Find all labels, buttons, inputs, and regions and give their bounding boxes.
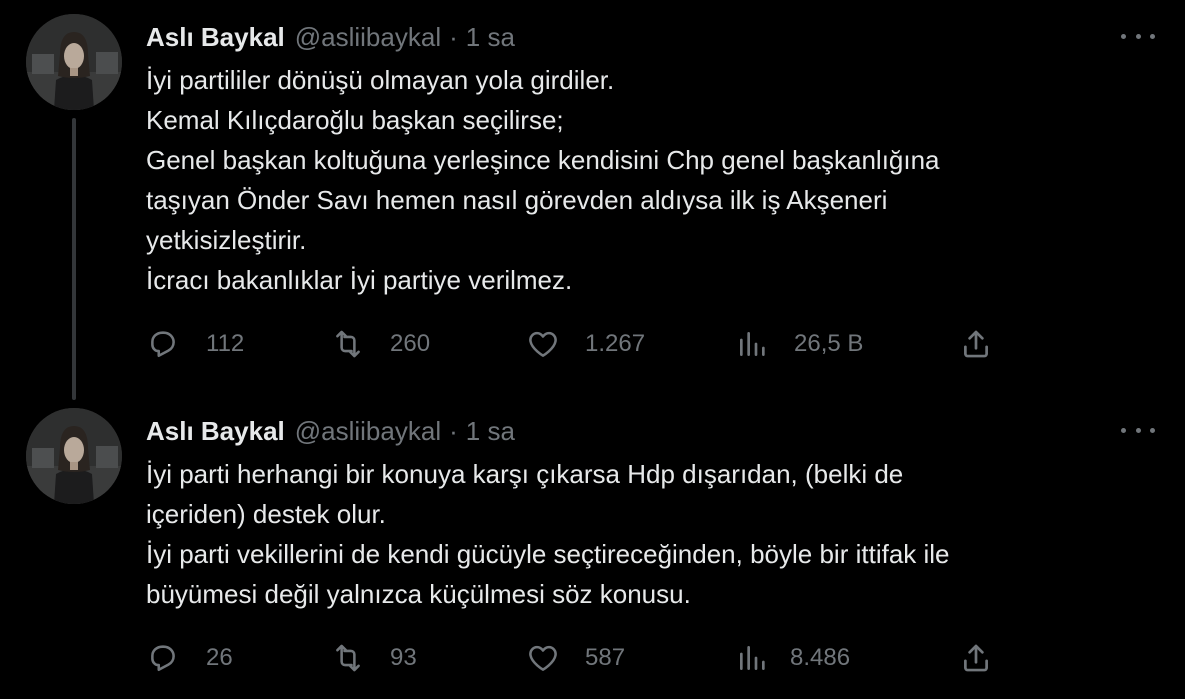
tweet-line: büyümesi değil yalnızca küçülmesi söz ko… bbox=[146, 579, 691, 609]
more-dot bbox=[1135, 427, 1141, 433]
avatar-photo bbox=[26, 14, 122, 110]
like-button[interactable]: 587 bbox=[525, 640, 625, 676]
tweet-line: yetkisizleştirir. bbox=[146, 225, 307, 255]
author-handle[interactable]: @asliibaykal bbox=[295, 416, 441, 447]
tweet-line: taşıyan Önder Savı hemen nasıl görevden … bbox=[146, 185, 888, 215]
like-count: 1.267 bbox=[585, 330, 646, 357]
like-button[interactable]: 1.267 bbox=[525, 326, 645, 362]
author-name[interactable]: Aslı Baykal bbox=[146, 416, 285, 447]
share-icon bbox=[964, 644, 988, 672]
tweet-timestamp[interactable]: 1 sa bbox=[466, 22, 515, 53]
retweet-button[interactable]: 93 bbox=[330, 640, 417, 676]
tweet-line: İyi partililer dönüşü olmayan yola girdi… bbox=[146, 65, 615, 95]
views-button[interactable]: 8.486 bbox=[736, 640, 850, 676]
tweet-line: içeriden) destek olur. bbox=[146, 499, 386, 529]
tweet-timestamp[interactable]: 1 sa bbox=[466, 416, 515, 447]
author-avatar[interactable] bbox=[26, 14, 122, 110]
views-button[interactable]: 26,5 B bbox=[736, 326, 863, 362]
more-dot bbox=[1150, 33, 1155, 39]
tweet-actions-bar: 26 93 587 8.486 bbox=[0, 640, 1185, 676]
reply-icon bbox=[151, 331, 175, 358]
retweet-count: 260 bbox=[390, 330, 431, 357]
share-icon bbox=[964, 330, 988, 358]
views-count: 26,5 B bbox=[794, 330, 864, 357]
reply-count: 26 bbox=[206, 644, 233, 671]
more-options-icon[interactable] bbox=[1121, 418, 1155, 442]
retweet-icon bbox=[336, 644, 360, 672]
avatar-photo bbox=[26, 408, 122, 504]
author-name[interactable]: Aslı Baykal bbox=[146, 22, 285, 53]
tweet-line: Genel başkan koltuğuna yerleşince kendis… bbox=[146, 145, 940, 175]
share-button[interactable] bbox=[958, 640, 994, 676]
tweet-line: Kemal Kılıçdaroğlu başkan seçilirse; bbox=[146, 105, 564, 135]
tweet-actions-bar: 112 260 1.267 26,5 B bbox=[0, 326, 1185, 362]
views-chart-icon bbox=[740, 332, 765, 356]
views-chart-icon bbox=[740, 646, 765, 670]
more-options-icon[interactable] bbox=[1121, 24, 1155, 48]
reply-button[interactable]: 112 bbox=[146, 326, 244, 362]
tweet-header: Aslı Baykal @asliibaykal · 1 sa bbox=[146, 22, 515, 52]
reply-icon bbox=[151, 645, 175, 672]
tweet-header: Aslı Baykal @asliibaykal · 1 sa bbox=[146, 416, 515, 446]
more-dot bbox=[1150, 427, 1155, 433]
tweet-line: İcracı bakanlıklar İyi partiye verilmez. bbox=[146, 265, 573, 295]
header-separator: · bbox=[449, 21, 458, 52]
tweet-text: İyi parti herhangi bir konuya karşı çıka… bbox=[146, 454, 1146, 614]
tweet-line: İyi parti vekillerini de kendi gücüyle s… bbox=[146, 539, 950, 569]
more-dot bbox=[1121, 427, 1126, 433]
heart-icon bbox=[529, 645, 557, 671]
more-dot bbox=[1121, 33, 1126, 39]
retweet-button[interactable]: 260 bbox=[330, 326, 430, 362]
reply-button[interactable]: 26 bbox=[146, 640, 233, 676]
like-count: 587 bbox=[585, 644, 626, 671]
share-button[interactable] bbox=[958, 326, 994, 362]
tweet-text: İyi partililer dönüşü olmayan yola girdi… bbox=[146, 60, 1146, 300]
retweet-count: 93 bbox=[390, 644, 417, 671]
author-handle[interactable]: @asliibaykal bbox=[295, 22, 441, 53]
retweet-icon bbox=[336, 330, 360, 358]
heart-icon bbox=[529, 331, 557, 357]
header-separator: · bbox=[449, 415, 458, 446]
views-count: 8.486 bbox=[790, 644, 851, 671]
author-avatar[interactable] bbox=[26, 408, 122, 504]
more-dot bbox=[1135, 33, 1141, 39]
reply-count: 112 bbox=[206, 330, 245, 357]
tweet-line: İyi parti herhangi bir konuya karşı çıka… bbox=[146, 459, 904, 489]
